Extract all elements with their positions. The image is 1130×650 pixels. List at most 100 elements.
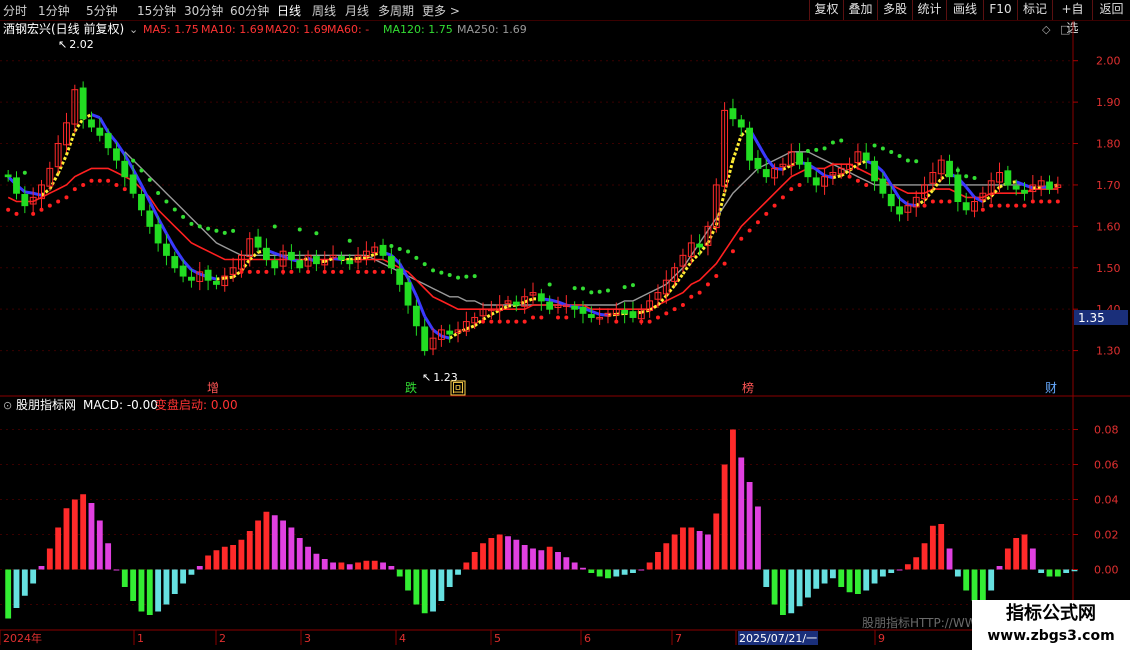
date-label: 1 xyxy=(137,632,144,645)
candle-body xyxy=(263,247,270,260)
sar-dot xyxy=(114,182,119,187)
header-dropdown-icon[interactable]: ⌄ xyxy=(129,23,138,36)
sar-dot xyxy=(247,269,252,274)
sar-dot xyxy=(680,303,685,308)
short-ma-segment xyxy=(56,154,68,175)
macd-bar xyxy=(1004,548,1011,570)
event-marker[interactable]: 榜 xyxy=(742,380,754,395)
date-label: 2025/07/21/一 xyxy=(739,632,817,645)
sar-dot xyxy=(522,319,527,324)
macd-bar xyxy=(188,569,195,575)
sar-dot xyxy=(664,311,669,316)
sar-dot xyxy=(589,290,594,295)
sar-dot xyxy=(89,178,94,183)
macd-bar xyxy=(988,569,995,591)
macd-bar xyxy=(305,546,311,570)
event-markers: 增跌回榜财 xyxy=(207,380,1057,396)
sar-dot xyxy=(181,214,186,219)
sar-dot xyxy=(147,177,152,182)
sar-dot xyxy=(655,315,660,320)
sar-dot xyxy=(764,211,769,216)
macd-indicator-name[interactable]: 股朋指标网 xyxy=(16,397,76,412)
macd-bar xyxy=(263,511,270,570)
sar-dot xyxy=(214,228,219,233)
sar-dot xyxy=(431,268,436,273)
sar-dot xyxy=(156,191,161,196)
candle-body xyxy=(138,193,145,211)
macd-bar xyxy=(879,569,886,577)
macd-bar xyxy=(221,546,228,570)
macd-bar xyxy=(246,531,253,570)
event-marker[interactable]: 增 xyxy=(207,381,219,395)
macd-bar xyxy=(796,569,803,607)
sar-dot xyxy=(197,224,202,229)
sar-dot xyxy=(264,269,269,274)
macd-bar xyxy=(871,569,878,584)
date-label: 2 xyxy=(219,632,226,645)
macd-bar xyxy=(271,515,278,570)
ma-label: MA250: 1.69 xyxy=(457,23,527,36)
macd-bar xyxy=(496,534,503,570)
macd-bar xyxy=(1054,569,1061,577)
macd-bar xyxy=(380,562,386,570)
stock-title[interactable]: 酒钢宏兴(日线 前复权) xyxy=(3,21,124,36)
candle-body xyxy=(729,108,737,120)
macd-bar xyxy=(280,520,286,570)
sar-dot xyxy=(56,199,61,204)
candle-body xyxy=(379,244,387,256)
macd-bar xyxy=(755,506,761,570)
event-marker[interactable]: 回 xyxy=(452,381,464,395)
sar-dot xyxy=(322,269,327,274)
sar-dot xyxy=(347,238,352,243)
sar-dot xyxy=(914,159,919,164)
sar-dot xyxy=(256,269,261,274)
macd-bar xyxy=(371,560,378,570)
macd-bar xyxy=(296,538,303,570)
short-ma-segment xyxy=(32,191,42,197)
macd-bar xyxy=(888,569,895,573)
macd-bar xyxy=(571,562,578,570)
macd-bar xyxy=(96,520,103,570)
sar-dot xyxy=(122,187,127,192)
current-price-label: 1.35 xyxy=(1078,311,1105,325)
sar-dot xyxy=(297,227,302,232)
short-ma-segment xyxy=(432,328,443,338)
macd-bar xyxy=(455,569,461,575)
macd-bar xyxy=(788,569,795,614)
sar-dot xyxy=(314,231,319,236)
macd-bar xyxy=(713,513,720,570)
candle-body xyxy=(387,256,395,269)
candle-body xyxy=(571,305,579,310)
sar-dot xyxy=(864,182,869,187)
short-ma-segment xyxy=(756,142,768,159)
macd-bar xyxy=(646,562,653,570)
macd-collapse-icon[interactable]: ⊙ xyxy=(3,399,12,412)
macd-bar xyxy=(696,531,703,570)
macd-tick-label: 0.08 xyxy=(1094,424,1119,437)
date-label: 6 xyxy=(584,632,591,645)
macd-bar xyxy=(596,569,603,577)
macd-bar xyxy=(821,569,828,584)
candle-body xyxy=(163,243,170,256)
short-ma-segment xyxy=(24,190,34,195)
macd-bar xyxy=(671,534,678,570)
macd-bar xyxy=(804,569,811,598)
sar-dot xyxy=(339,269,344,274)
diamond-icon[interactable]: ◇ xyxy=(1042,23,1051,36)
macd-bar xyxy=(421,569,428,614)
sar-dot xyxy=(1039,199,1044,204)
event-marker[interactable]: 财 xyxy=(1045,381,1057,395)
sar-dot xyxy=(1047,199,1052,204)
short-ma-segment xyxy=(590,309,601,316)
macd-bar xyxy=(130,569,137,601)
macd-bar xyxy=(521,545,528,570)
close-icon[interactable]: □ xyxy=(1060,23,1070,36)
candle-body xyxy=(796,152,803,165)
event-marker[interactable]: 跌 xyxy=(405,380,417,395)
candle-body xyxy=(946,160,953,178)
macd-bar xyxy=(30,569,37,584)
candle-body xyxy=(754,157,762,169)
macd-bar xyxy=(913,557,920,570)
sar-dot xyxy=(630,283,635,288)
macd-bar xyxy=(638,569,645,571)
